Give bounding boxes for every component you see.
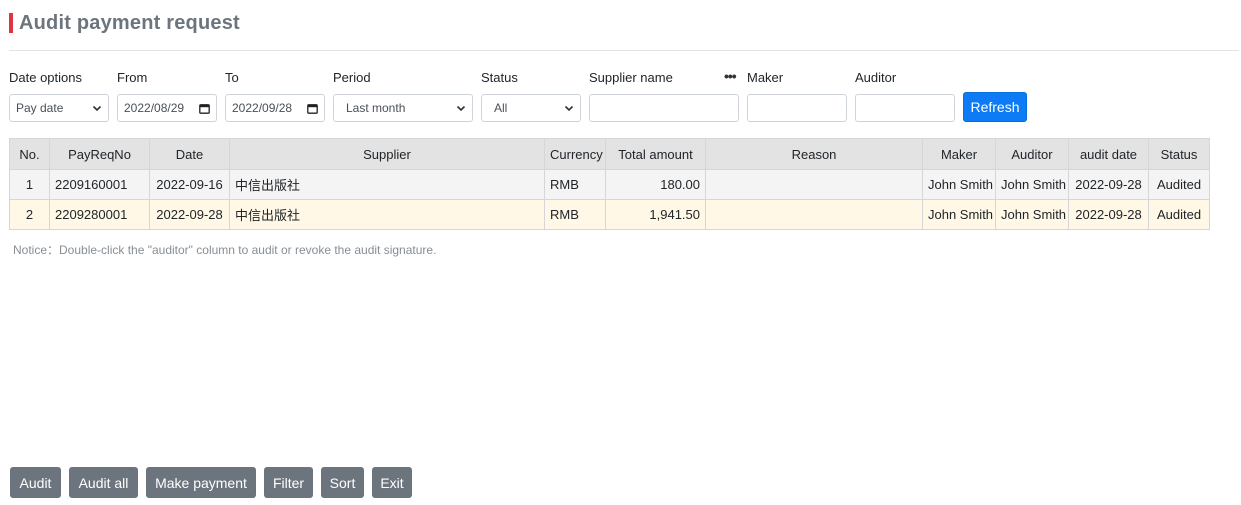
cell-no[interactable]: 2 [9,199,50,230]
from-label: From [117,70,148,85]
supplier-name-input[interactable] [589,94,739,122]
cell-status[interactable]: Audited [1148,169,1210,200]
table-row[interactable]: 2 2209280001 2022-09-28 中信出版社 RMB 1,941.… [9,199,1210,230]
from-date-input[interactable]: 2022/08/29 [117,94,217,122]
period-select[interactable]: Last month [333,94,473,122]
supplier-name-label: Supplier name [589,70,673,85]
auditor-input[interactable] [855,94,955,122]
notice-text: Notice：Double-click the "auditor" column… [13,243,437,257]
cell-maker[interactable]: John Smith [922,169,996,200]
column-header-total-amount[interactable]: Total amount [605,138,706,170]
maker-label: Maker [747,70,784,85]
table-row[interactable]: 1 2209160001 2022-09-16 中信出版社 RMB 180.00… [9,169,1210,200]
date-options-label: Date options [9,70,82,85]
cell-no[interactable]: 1 [9,169,50,200]
exit-button[interactable]: Exit [372,467,412,498]
cell-total-amount[interactable]: 180.00 [605,169,706,200]
cell-maker[interactable]: John Smith [922,199,996,230]
column-header-auditor[interactable]: Auditor [995,138,1069,170]
date-options-value: Pay date [16,101,64,115]
cell-date[interactable]: 2022-09-16 [149,169,230,200]
column-header-date[interactable]: Date [149,138,230,170]
to-date-value: 2022/09/28 [232,101,293,115]
payment-request-table: No. PayReqNo Date Supplier Currency Tota… [9,138,1210,230]
to-date-input[interactable]: 2022/09/28 [225,94,325,122]
make-payment-button[interactable]: Make payment [146,467,256,498]
audit-all-button[interactable]: Audit all [69,467,138,498]
cell-auditor[interactable]: John Smith [995,169,1069,200]
refresh-button[interactable]: Refresh [963,92,1027,122]
column-header-audit-date[interactable]: audit date [1068,138,1149,170]
cell-supplier[interactable]: 中信出版社 [229,169,545,200]
column-header-maker[interactable]: Maker [922,138,996,170]
from-date-value: 2022/08/29 [124,101,185,115]
column-header-supplier[interactable]: Supplier [229,138,545,170]
column-header-payreqno[interactable]: PayReqNo [49,138,150,170]
title-accent-bar [9,13,13,33]
audit-button[interactable]: Audit [10,467,61,498]
header-divider [9,50,1239,51]
cell-payreqno[interactable]: 2209280001 [49,199,150,230]
cell-currency[interactable]: RMB [544,169,606,200]
status-label: Status [481,70,518,85]
status-value: All [494,101,508,115]
cell-total-amount[interactable]: 1,941.50 [605,199,706,230]
cell-reason[interactable] [705,169,923,200]
filter-button[interactable]: Filter [264,467,313,498]
calendar-icon[interactable] [307,103,318,114]
cell-audit-date[interactable]: 2022-09-28 [1068,169,1149,200]
period-label: Period [333,70,371,85]
column-header-reason[interactable]: Reason [705,138,923,170]
cell-reason[interactable] [705,199,923,230]
ellipsis-icon[interactable]: ••• [724,68,737,84]
cell-payreqno[interactable]: 2209160001 [49,169,150,200]
date-options-select[interactable]: Pay date [9,94,109,122]
maker-input[interactable] [747,94,847,122]
cell-supplier[interactable]: 中信出版社 [229,199,545,230]
page-title: Audit payment request [19,11,240,34]
sort-button[interactable]: Sort [321,467,364,498]
column-header-status[interactable]: Status [1148,138,1210,170]
column-header-currency[interactable]: Currency [544,138,606,170]
status-select[interactable]: All [481,94,581,122]
cell-date[interactable]: 2022-09-28 [149,199,230,230]
cell-audit-date[interactable]: 2022-09-28 [1068,199,1149,230]
auditor-label: Auditor [855,70,897,85]
chevron-down-icon [92,105,102,112]
column-header-no[interactable]: No. [9,138,50,170]
chevron-down-icon [456,105,466,112]
page-header: Audit payment request [9,12,240,34]
cell-currency[interactable]: RMB [544,199,606,230]
chevron-down-icon [564,105,574,112]
table-header-row: No. PayReqNo Date Supplier Currency Tota… [9,138,1210,170]
cell-status[interactable]: Audited [1148,199,1210,230]
calendar-icon[interactable] [199,103,210,114]
period-value: Last month [346,101,406,115]
to-label: To [225,70,239,85]
cell-auditor[interactable]: John Smith [995,199,1069,230]
